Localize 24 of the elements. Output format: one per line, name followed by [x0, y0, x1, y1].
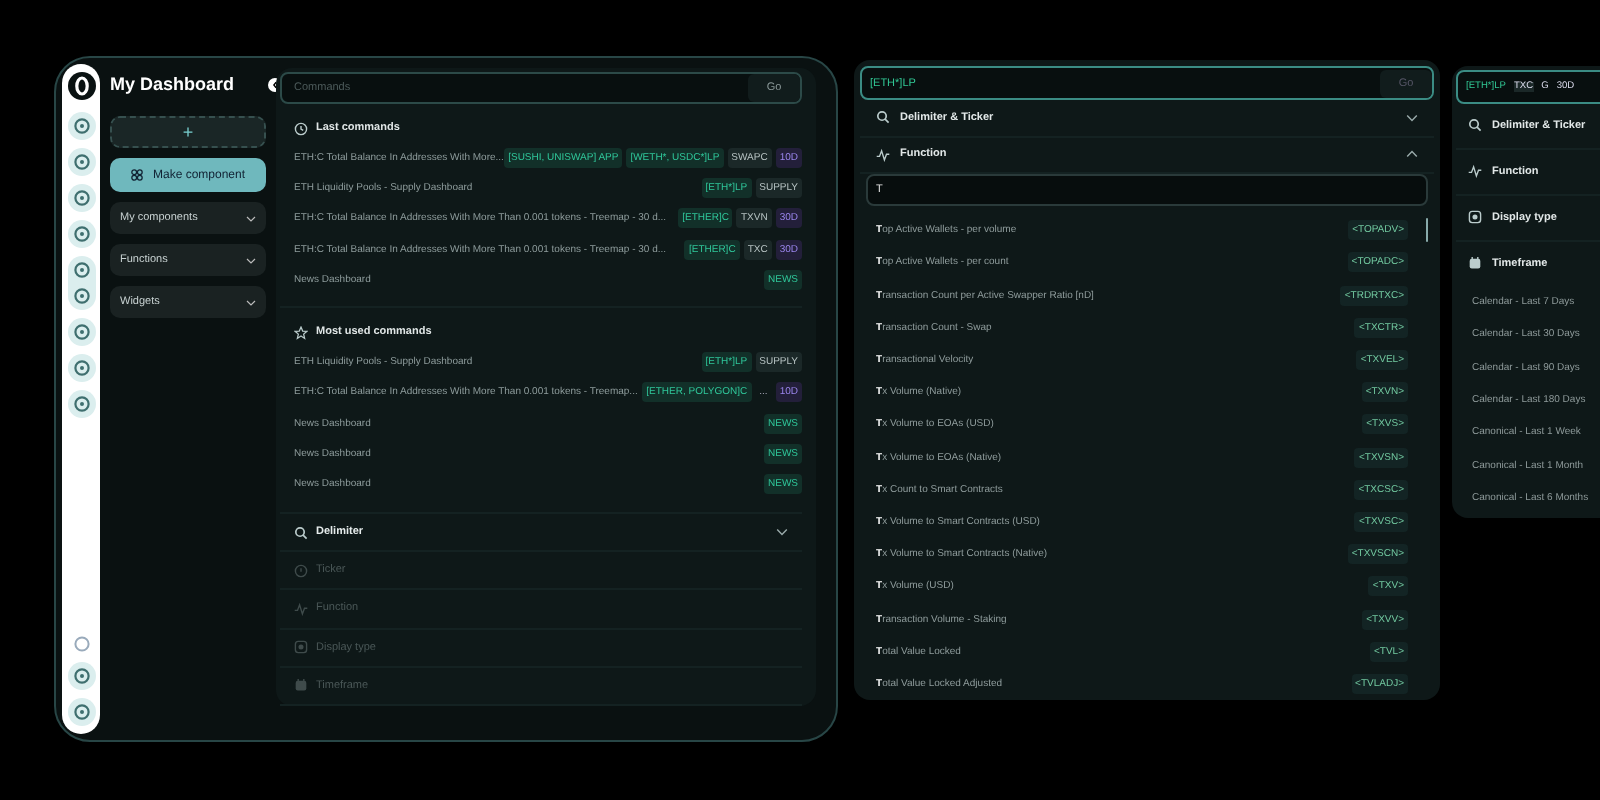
pulse-icon — [876, 147, 890, 162]
pulse-icon — [1468, 164, 1482, 179]
calendar-icon — [1468, 256, 1482, 271]
logo-icon[interactable] — [67, 72, 95, 100]
chevron-down-icon — [246, 257, 256, 263]
grid-icon — [130, 168, 145, 182]
search-icon — [294, 525, 308, 540]
calendar-icon — [294, 678, 308, 693]
info-icon — [294, 563, 308, 578]
palette-icon — [1468, 210, 1482, 225]
chevron-down-icon — [246, 299, 256, 305]
search-icon — [876, 110, 890, 125]
chevron-up-icon[interactable] — [1406, 150, 1418, 159]
scrollbar[interactable] — [1425, 218, 1428, 243]
clock-icon — [294, 121, 308, 135]
star-icon — [294, 325, 308, 340]
search-icon — [1468, 118, 1482, 133]
chevron-down-icon[interactable] — [1406, 113, 1418, 122]
add-button[interactable]: + — [110, 116, 266, 148]
dashboard-title: My Dashboard — [110, 74, 235, 94]
palette-icon — [294, 640, 308, 655]
chevron-down-icon — [246, 215, 256, 221]
pulse-icon — [294, 601, 308, 616]
chevron-down-icon[interactable] — [776, 528, 788, 537]
